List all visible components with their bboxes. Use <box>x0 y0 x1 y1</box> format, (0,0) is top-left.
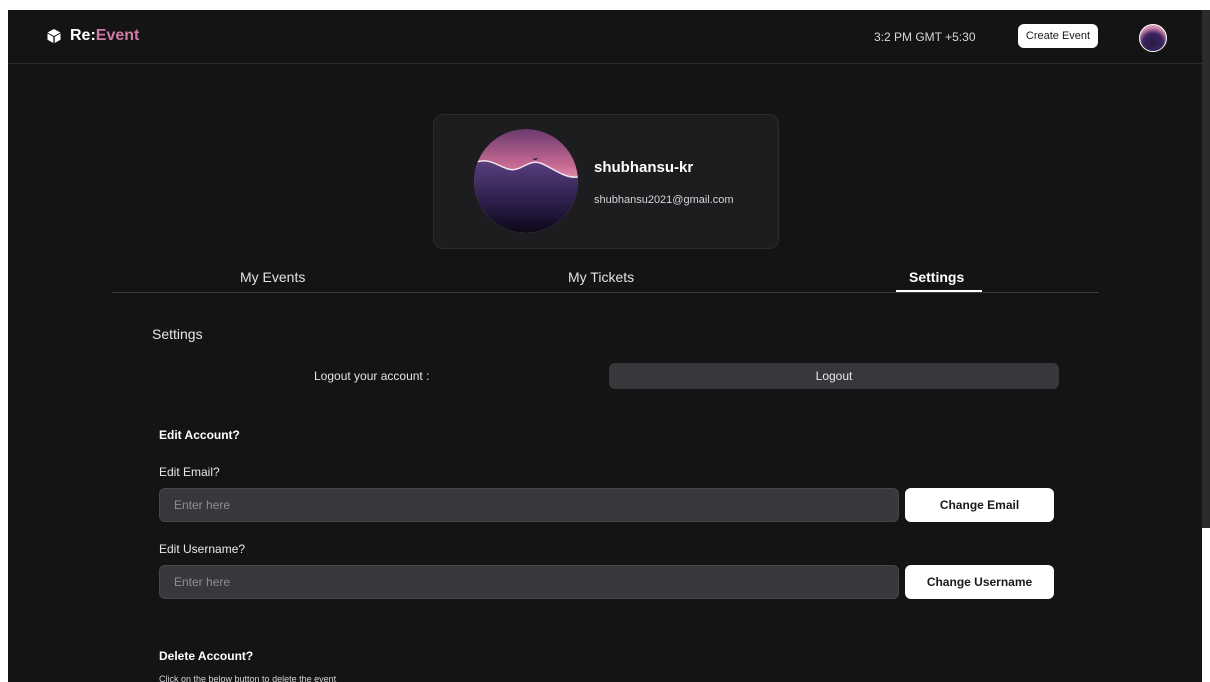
brand-accent: Event <box>95 27 140 44</box>
logout-button[interactable]: Logout <box>609 363 1059 389</box>
window-top-edge <box>0 0 1210 10</box>
edit-account-heading: Edit Account? <box>159 428 240 442</box>
profile-tabs: My Events My Tickets Settings <box>112 266 1099 293</box>
scrollbar-thumb[interactable] <box>1202 10 1210 528</box>
profile-username: shubhansu-kr <box>594 159 694 176</box>
navbar: Re:Event 3:2 PM GMT +5:30 Create Event <box>8 10 1202 64</box>
nav-avatar[interactable] <box>1139 24 1167 52</box>
profile-email: shubhansu2021@gmail.com <box>594 194 734 206</box>
app-root: Re:Event 3:2 PM GMT +5:30 Create Event s… <box>8 10 1202 682</box>
settings-title: Settings <box>152 326 203 342</box>
delete-account-heading: Delete Account? <box>159 649 254 663</box>
brand-name: Re:Event <box>70 27 140 44</box>
time-display: 3:2 PM GMT +5:30 <box>874 30 976 44</box>
active-tab-indicator <box>896 290 982 292</box>
logout-label: Logout your account : <box>314 369 430 383</box>
delete-account-note: Click on the below button to delete the … <box>159 674 337 682</box>
edit-email-label: Edit Email? <box>159 465 220 479</box>
tab-my-events[interactable]: My Events <box>240 269 305 285</box>
change-email-button[interactable]: Change Email <box>905 488 1054 522</box>
create-event-button[interactable]: Create Event <box>1018 24 1098 48</box>
username-input[interactable] <box>159 565 899 599</box>
email-input[interactable] <box>159 488 899 522</box>
profile-avatar <box>474 129 578 233</box>
tab-my-tickets[interactable]: My Tickets <box>568 269 634 285</box>
edit-username-label: Edit Username? <box>159 542 246 556</box>
window-left-edge <box>0 0 8 682</box>
cube-icon <box>47 29 61 43</box>
profile-card: shubhansu-kr shubhansu2021@gmail.com <box>433 114 779 249</box>
brand-logo[interactable]: Re:Event <box>46 27 139 45</box>
tab-settings[interactable]: Settings <box>909 269 964 285</box>
change-username-button[interactable]: Change Username <box>905 565 1054 599</box>
